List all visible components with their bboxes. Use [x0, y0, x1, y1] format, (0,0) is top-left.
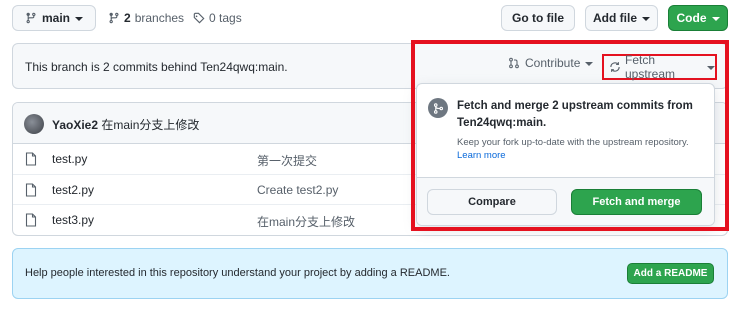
avatar[interactable]	[24, 114, 44, 134]
sync-icon	[609, 61, 621, 73]
learn-more-link[interactable]: Learn more	[457, 150, 506, 161]
file-icon	[25, 152, 37, 166]
code-button[interactable]: Code	[668, 5, 728, 31]
merge-icon	[428, 98, 448, 118]
chevron-down-icon	[585, 61, 594, 66]
add-readme-button[interactable]: Add a README	[627, 263, 714, 284]
behind-status-text: This branch is 2 commits behind Ten24qwq…	[25, 60, 288, 74]
fetch-dropdown-title: Fetch and merge 2 upstream commits from …	[457, 100, 693, 129]
branches-count: 2	[124, 11, 131, 25]
code-label: Code	[676, 11, 707, 25]
readme-prompt: Help people interested in this repositor…	[12, 248, 728, 299]
branch-selector-button[interactable]: main	[12, 5, 96, 31]
compare-button[interactable]: Compare	[427, 189, 557, 215]
chevron-down-icon	[642, 16, 650, 21]
fetch-upstream-dropdown: Fetch and merge 2 upstream commits from …	[416, 83, 715, 226]
latest-commit-text: YaoXie2 在main分支上修改	[52, 116, 199, 133]
pull-request-icon	[508, 57, 520, 69]
file-commit-message[interactable]: Create test2.py	[257, 183, 338, 197]
chevron-down-icon	[711, 16, 720, 21]
branch-icon	[25, 12, 37, 24]
tags-link[interactable]: 0 tags	[193, 11, 242, 25]
fetch-dropdown-footer: Compare Fetch and merge	[417, 177, 714, 225]
branches-link[interactable]: 2 branches	[108, 11, 184, 25]
tag-icon	[193, 12, 205, 24]
fetch-and-merge-button[interactable]: Fetch and merge	[571, 189, 702, 215]
add-file-label: Add file	[593, 11, 637, 25]
branches-label: branches	[134, 11, 185, 25]
add-file-button[interactable]: Add file	[585, 5, 658, 31]
file-icon	[25, 213, 37, 227]
go-to-file-label: Go to file	[512, 11, 564, 25]
tags-label: 0 tags	[209, 11, 242, 25]
contribute-label: Contribute	[525, 56, 581, 70]
fetch-dropdown-description: Keep your fork up-to-date with the upstr…	[457, 137, 689, 148]
branch-name: main	[41, 11, 70, 25]
contribute-button[interactable]: Contribute	[508, 56, 594, 70]
commit-message[interactable]: 在main分支上修改	[101, 118, 199, 132]
chevron-down-icon	[707, 65, 715, 70]
readme-prompt-text: Help people interested in this repositor…	[25, 267, 450, 279]
file-commit-message[interactable]: 在main分支上修改	[257, 213, 355, 230]
fetch-upstream-button[interactable]: Fetch upstream	[602, 53, 717, 81]
file-name[interactable]: test2.py	[52, 183, 94, 197]
chevron-down-icon	[75, 16, 83, 21]
file-icon	[25, 183, 37, 197]
file-name[interactable]: test3.py	[52, 213, 94, 227]
fetch-upstream-label: Fetch upstream	[625, 53, 676, 81]
go-to-file-button[interactable]: Go to file	[501, 5, 575, 31]
branch-icon	[108, 12, 120, 24]
file-name[interactable]: test.py	[52, 152, 87, 166]
commit-author[interactable]: YaoXie2	[52, 118, 98, 132]
file-commit-message[interactable]: 第一次提交	[257, 152, 317, 169]
